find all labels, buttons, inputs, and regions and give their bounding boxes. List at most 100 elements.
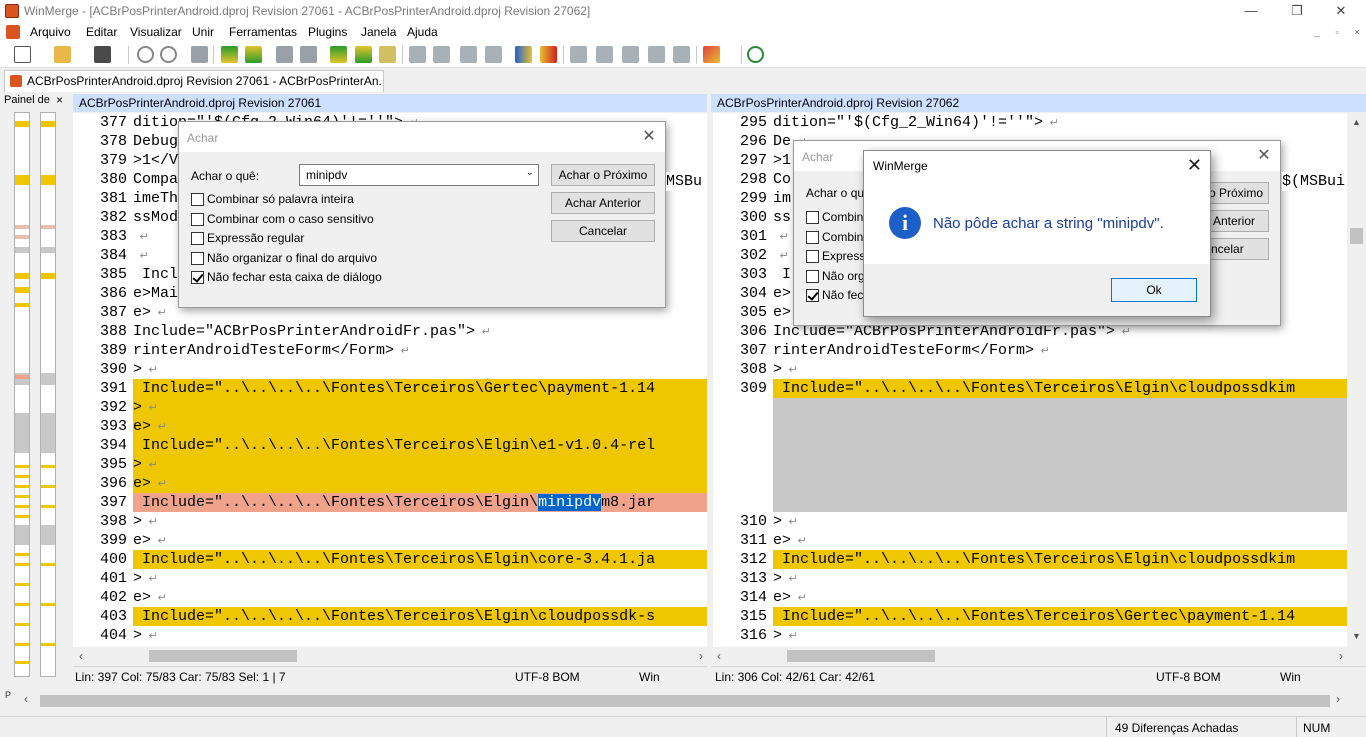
right-vertical-scrollbar[interactable]: ▲ ▼ bbox=[1347, 113, 1366, 647]
menu-ferramentas[interactable]: Ferramentas bbox=[229, 25, 297, 39]
option-checkbox[interactable] bbox=[806, 231, 819, 244]
whole-word-checkbox[interactable] bbox=[191, 193, 204, 206]
left-hscroll-thumb[interactable] bbox=[149, 650, 297, 662]
close-icon[interactable]: ✕ bbox=[1187, 155, 1202, 176]
right-code-line[interactable]: 311 e> ↵ bbox=[713, 531, 1347, 550]
right-hscroll-thumb[interactable] bbox=[787, 650, 935, 662]
compare5-icon[interactable] bbox=[673, 46, 690, 63]
refresh-icon[interactable] bbox=[747, 46, 764, 63]
find-next-button[interactable]: o Próximo bbox=[1204, 182, 1269, 204]
copy-left-icon[interactable] bbox=[433, 46, 450, 63]
right-location-strip[interactable] bbox=[40, 112, 56, 677]
left-code-line[interactable]: 404 > ↵ bbox=[73, 626, 707, 645]
cancel-button[interactable]: Cancelar bbox=[551, 220, 655, 242]
open-icon[interactable] bbox=[54, 46, 71, 63]
option-checkbox[interactable] bbox=[806, 250, 819, 263]
left-code-line[interactable]: 394 Include="..\..\..\..\Fontes\Terceiro… bbox=[73, 436, 707, 455]
scroll-thumb[interactable] bbox=[1350, 228, 1363, 244]
scroll-down-icon[interactable]: ▼ bbox=[1352, 631, 1361, 641]
first-diff-icon[interactable] bbox=[276, 46, 293, 63]
right-code-line[interactable]: 313 > ↵ bbox=[713, 569, 1347, 588]
location-pane-close[interactable]: × bbox=[56, 93, 63, 107]
scroll-up-icon[interactable]: ▲ bbox=[1352, 117, 1361, 127]
tab-compare[interactable]: ACBrPosPrinterAndroid.dproj Revision 270… bbox=[4, 70, 384, 92]
left-code-line[interactable]: 395 > ↵ bbox=[73, 455, 707, 474]
right-code-line[interactable]: 314 e> ↵ bbox=[713, 588, 1347, 607]
rescan-icon[interactable] bbox=[191, 46, 208, 63]
right-code-line[interactable]: 308 > ↵ bbox=[713, 360, 1347, 379]
left-code-line[interactable]: 403 Include="..\..\..\..\Fontes\Terceiro… bbox=[73, 607, 707, 626]
close-icon[interactable]: ✕ bbox=[639, 128, 659, 146]
left-code-line[interactable]: 399 e> ↵ bbox=[73, 531, 707, 550]
right-code-line[interactable]: 310 > ↵ bbox=[713, 512, 1347, 531]
compare2-icon[interactable] bbox=[596, 46, 613, 63]
undo-icon[interactable] bbox=[137, 46, 154, 63]
menu-editar[interactable]: Editar bbox=[86, 25, 117, 39]
copy-right-icon[interactable] bbox=[409, 46, 426, 63]
right-code-line[interactable]: 312 Include="..\..\..\..\Fontes\Terceiro… bbox=[713, 550, 1347, 569]
next-diff-icon[interactable] bbox=[221, 46, 238, 63]
right-horizontal-scrollbar[interactable]: ‹ › bbox=[711, 647, 1347, 665]
copy-left-advance-icon[interactable] bbox=[485, 46, 502, 63]
menu-visualizar[interactable]: Visualizar bbox=[130, 25, 182, 39]
right-code-line[interactable]: 309 Include="..\..\..\..\Fontes\Terceiro… bbox=[713, 379, 1347, 398]
left-code-line[interactable]: 391 Include="..\..\..\..\Fontes\Terceiro… bbox=[73, 379, 707, 398]
find-prev-button[interactable]: Anterior bbox=[1204, 210, 1269, 232]
scroll-right-icon[interactable]: › bbox=[1339, 649, 1343, 663]
cancel-button[interactable]: ncelar bbox=[1204, 238, 1269, 260]
right-code-line[interactable] bbox=[713, 417, 1347, 436]
scroll-left-icon[interactable]: ‹ bbox=[717, 649, 721, 663]
find-next-button[interactable]: Achar o Próximo bbox=[551, 164, 655, 186]
keep-open-checkbox[interactable] bbox=[191, 271, 204, 284]
menu-ajuda[interactable]: Ajuda bbox=[407, 25, 438, 39]
left-code-line[interactable]: 397 Include="..\..\..\..\Fontes\Terceiro… bbox=[73, 493, 707, 512]
scroll-right-icon[interactable]: › bbox=[699, 649, 703, 663]
left-code-line[interactable]: 390 > ↵ bbox=[73, 360, 707, 379]
left-code-line[interactable]: 389 rinterAndroidTesteForm</Form> ↵ bbox=[73, 341, 707, 360]
right-code-line[interactable]: 307 rinterAndroidTesteForm</Form> ↵ bbox=[713, 341, 1347, 360]
right-code-line[interactable] bbox=[713, 474, 1347, 493]
scroll-left-icon[interactable]: ‹ bbox=[24, 692, 28, 706]
right-code-line[interactable]: 295 dition="'$(Cfg_2_Win64)'!=''"> ↵ bbox=[713, 113, 1347, 132]
option-checkbox[interactable] bbox=[806, 270, 819, 283]
minimize-button[interactable]: — bbox=[1228, 0, 1274, 22]
new-icon[interactable] bbox=[14, 46, 31, 63]
option-checkbox[interactable] bbox=[806, 211, 819, 224]
doc-menu-icon[interactable] bbox=[6, 25, 20, 39]
left-code-line[interactable]: 392 > ↵ bbox=[73, 398, 707, 417]
diff-nav2-icon[interactable] bbox=[379, 46, 396, 63]
doc-minimize-icon[interactable]: _ bbox=[1310, 26, 1324, 38]
close-button[interactable]: ✕ bbox=[1318, 0, 1364, 22]
compare4-icon[interactable] bbox=[648, 46, 665, 63]
right-code-line[interactable] bbox=[713, 455, 1347, 474]
compare-icon[interactable] bbox=[570, 46, 587, 63]
match-case-checkbox[interactable] bbox=[191, 213, 204, 226]
left-code-line[interactable]: 401 > ↵ bbox=[73, 569, 707, 588]
left-code-line[interactable]: 402 e> ↵ bbox=[73, 588, 707, 607]
close-icon[interactable]: ✕ bbox=[1254, 147, 1274, 165]
doc-restore-icon[interactable]: ▫ bbox=[1330, 26, 1344, 38]
restore-button[interactable]: ❐ bbox=[1274, 0, 1320, 22]
left-code-line[interactable]: 388 Include="ACBrPosPrinterAndroidFr.pas"… bbox=[73, 322, 707, 341]
menu-janela[interactable]: Janela bbox=[361, 25, 396, 39]
detail-hscroll-thumb[interactable] bbox=[40, 695, 1330, 707]
menu-plugins[interactable]: Plugins bbox=[308, 25, 347, 39]
copy-right-advance-icon[interactable] bbox=[460, 46, 477, 63]
chevron-down-icon[interactable]: ⌄ bbox=[526, 167, 534, 178]
right-code-line[interactable] bbox=[713, 398, 1347, 417]
compare3-icon[interactable] bbox=[622, 46, 639, 63]
right-code-line[interactable]: 315 Include="..\..\..\..\Fontes\Terceiro… bbox=[713, 607, 1347, 626]
left-code-line[interactable]: 398 > ↵ bbox=[73, 512, 707, 531]
left-horizontal-scrollbar[interactable]: ‹ › bbox=[73, 647, 707, 665]
save-icon[interactable] bbox=[94, 46, 111, 63]
right-code-line[interactable] bbox=[713, 436, 1347, 455]
left-code-line[interactable]: 396 e> ↵ bbox=[73, 474, 707, 493]
options-icon[interactable] bbox=[703, 46, 720, 63]
find-what-combo[interactable]: minipdv ⌄ bbox=[299, 164, 539, 186]
option-checkbox[interactable] bbox=[806, 289, 819, 302]
prev-diff-icon[interactable] bbox=[245, 46, 262, 63]
regex-checkbox[interactable] bbox=[191, 232, 204, 245]
scroll-left-icon[interactable]: ‹ bbox=[79, 649, 83, 663]
current-diff-icon[interactable] bbox=[300, 46, 317, 63]
left-location-strip[interactable] bbox=[14, 112, 30, 677]
